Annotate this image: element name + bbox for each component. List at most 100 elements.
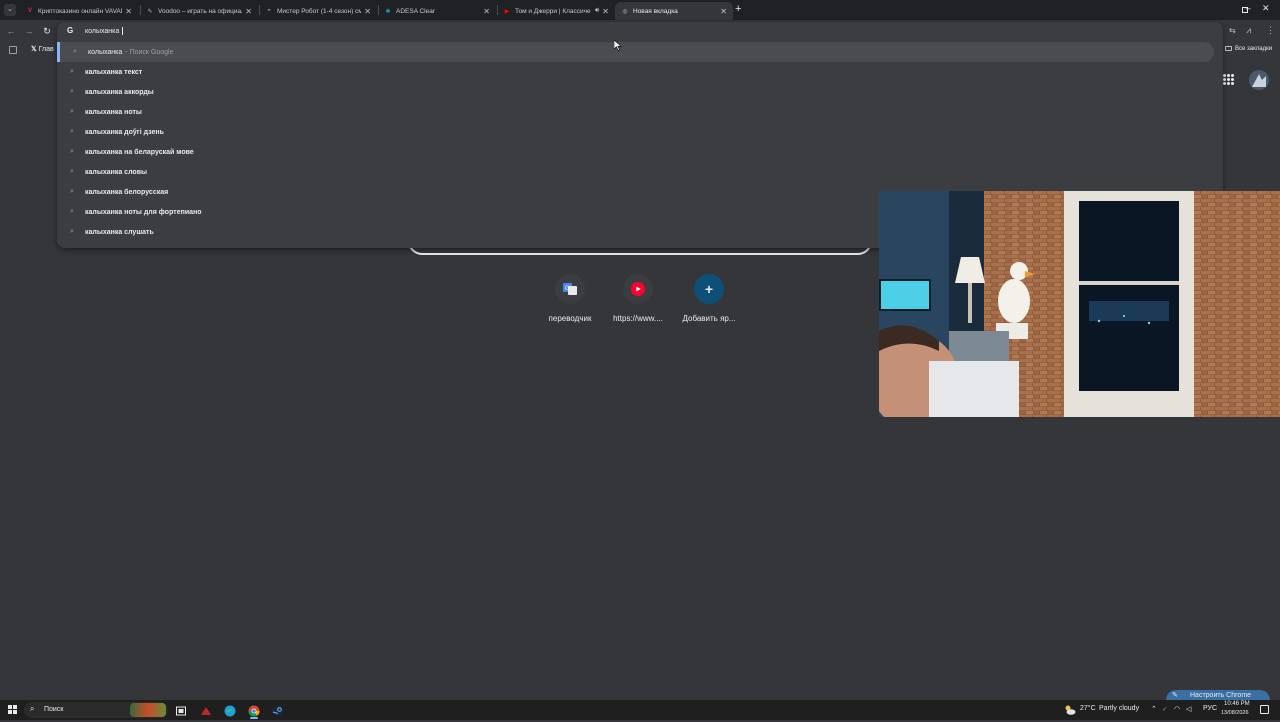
suggestion-text: калыханка словы (85, 168, 147, 176)
svg-text:G: G (565, 286, 570, 292)
address-bar-text: колыханка (85, 28, 120, 35)
profile-icon[interactable]: ⩘ (1246, 25, 1251, 36)
search-icon: ⌕ (70, 208, 74, 215)
tray-overflow-icon[interactable]: ⌃ (1151, 705, 1157, 713)
minimize-button[interactable]: – (1236, 3, 1260, 13)
tab-voodoo[interactable]: ✎ Voodoo – играть на официальн ✕ (140, 2, 258, 20)
language-indicator[interactable]: РУС (1203, 705, 1217, 712)
close-tab-icon[interactable]: ✕ (125, 7, 132, 16)
weather-temp[interactable]: 27°C (1080, 705, 1096, 712)
adesa-icon: ✱ (385, 8, 391, 15)
tab-new-tab[interactable]: ◎ Новая вкладка ✕ (615, 2, 733, 20)
tray-app-icon[interactable]: ✓ (1162, 705, 1168, 713)
shortcut-translate[interactable]: G переводчик (535, 274, 605, 323)
close-tab-icon[interactable]: ✕ (720, 7, 727, 16)
suggestion-item[interactable]: ⌕ калыханка текст (57, 62, 1223, 82)
search-icon: ⌕ (70, 168, 74, 175)
plus-icon: + (704, 281, 714, 297)
tab-title: Мистер Робот (1-4 сезон) смо (277, 7, 362, 15)
shortcut-icon-bg: + (694, 274, 724, 304)
mr-robot-icon: ◓ (267, 8, 271, 14)
tab-title: ADESA Clear (396, 7, 436, 15)
volume-icon[interactable]: ◁ (1186, 705, 1191, 713)
search-icon: ⌕ (30, 704, 35, 713)
shortcut-add[interactable]: + Добавить яр... (674, 274, 744, 323)
back-button[interactable]: ← (4, 24, 18, 38)
chrome-active-indicator (250, 717, 258, 719)
youtube-icon (631, 282, 645, 296)
wifi-icon[interactable]: ◠ (1174, 705, 1180, 713)
edge-icon[interactable] (224, 704, 236, 717)
address-bar-input[interactable]: колыханка (85, 25, 124, 39)
suggestion-item[interactable]: ⌕ калыханка ноты (57, 102, 1223, 122)
reload-button[interactable]: ↻ (40, 24, 54, 38)
webcam-overlay (879, 191, 1280, 417)
search-icon: ⌕ (70, 68, 74, 75)
notifications-icon[interactable] (1260, 705, 1269, 714)
suggestion-text: калыханка ноты для фортепиано (85, 208, 202, 216)
shortcut-label: Добавить яр... (682, 314, 736, 323)
tab-title: Новая вкладка (633, 7, 678, 15)
mouse-cursor (613, 38, 622, 56)
shortcut-icon-bg (623, 274, 653, 304)
suggestion-text: калыханка аккорды (85, 88, 154, 96)
steam-icon[interactable] (272, 704, 284, 717)
suggestion-text: калыханка доўгі дзень (85, 128, 164, 136)
chrome-icon[interactable] (248, 704, 260, 717)
extensions-icon[interactable]: ⇆ (1229, 26, 1236, 35)
suggestion-text: калыханка текст (85, 68, 143, 76)
bookmark-x[interactable]: 𝕏 Глав (31, 45, 54, 53)
new-tab-button[interactable]: + (735, 3, 741, 15)
tab-adesa[interactable]: ✱ ADESA Clear ✕ (378, 2, 496, 20)
chrome-icon: ◎ (622, 8, 628, 15)
suggestion-top[interactable]: ⌕ колыханка - Поиск Google (57, 42, 1214, 62)
search-icon: ⌕ (73, 48, 77, 55)
suggestion-item[interactable]: ⌕ калыханка на беларускай мове (57, 142, 1223, 162)
search-icon: ⌕ (70, 228, 74, 235)
close-window-button[interactable]: ✕ (1262, 3, 1270, 14)
suggestion-item[interactable]: ⌕ калыханка словы (57, 162, 1223, 182)
tab-vavada[interactable]: V Криптоказино онлайн VAVADA ✕ (20, 2, 138, 20)
shortcut-label: переводчик (548, 314, 592, 323)
tab-title: Криптоказино онлайн VAVADA (38, 7, 123, 15)
bookmark-label: Глав (38, 46, 54, 53)
close-tab-icon[interactable]: ✕ (364, 7, 371, 16)
app-icon[interactable] (200, 704, 212, 716)
task-view-icon[interactable] (175, 704, 187, 716)
shortcut-icon-bg: G (555, 274, 585, 304)
weather-icon[interactable] (1064, 703, 1076, 715)
taskbar-search-placeholder: Поиск (44, 706, 64, 713)
weather-desc[interactable]: Partly cloudy (1099, 705, 1139, 712)
search-icon: ⌕ (70, 148, 74, 155)
suggestion-item[interactable]: ⌕ калыханка доўгі дзень (57, 122, 1223, 142)
tab-title: Voodoo – играть на официальн (158, 7, 242, 15)
voodoo-icon: ✎ (147, 8, 153, 15)
suggestion-text: калыханка белорусская (85, 188, 169, 196)
clock-time[interactable]: 10:46 PM (1224, 701, 1250, 707)
shortcut-label: https://www.... (613, 314, 663, 323)
maximize-icon[interactable] (1242, 7, 1248, 13)
suggestion-item[interactable]: ⌕ калыханка аккорды (57, 82, 1223, 102)
google-apps-icon[interactable] (1223, 74, 1234, 85)
close-tab-icon[interactable]: ✕ (602, 7, 609, 16)
menu-icon[interactable]: ⋮ (1266, 25, 1275, 36)
close-tab-icon[interactable]: ✕ (245, 7, 252, 16)
all-bookmarks[interactable]: Все закладки (1225, 46, 1272, 52)
taskbar-search-box[interactable]: ⌕ Поиск (24, 702, 168, 718)
search-icon: ⌕ (70, 188, 74, 195)
apps-grid-icon[interactable] (9, 46, 17, 54)
account-avatar[interactable] (1249, 70, 1269, 90)
suggestion-text: калыханка ноты (85, 108, 142, 116)
forward-button[interactable]: → (22, 24, 36, 38)
speaker-icon[interactable]: 🔊︎ (595, 7, 599, 15)
clock-date[interactable]: 13/08/2026 (1221, 710, 1249, 716)
tab-title: Том и Джерри | Классиче (515, 7, 591, 15)
shortcut-youtube[interactable]: https://www.... (603, 274, 673, 323)
tab-tom-and-jerry[interactable]: ▶ Том и Джерри | Классиче 🔊︎ ✕ (497, 2, 615, 20)
close-tab-icon[interactable]: ✕ (483, 7, 490, 16)
tab-search-button[interactable]: ⌄ (4, 4, 16, 16)
folder-icon (1225, 46, 1232, 51)
windows-start-icon[interactable] (8, 705, 17, 714)
tab-mr-robot[interactable]: ◓ Мистер Робот (1-4 сезон) смо ✕ (259, 2, 377, 20)
all-bookmarks-label: Все закладки (1235, 46, 1273, 53)
